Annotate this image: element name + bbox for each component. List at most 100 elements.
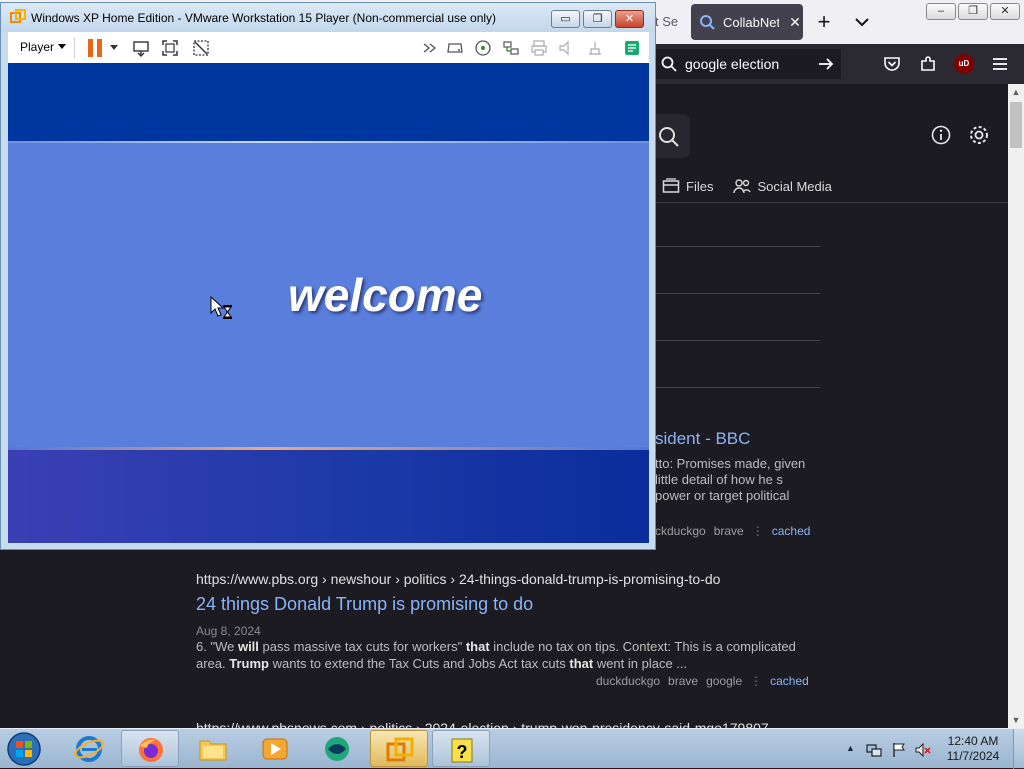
hard-disk-icon[interactable] bbox=[446, 39, 464, 57]
result-title[interactable]: sident - BBC bbox=[655, 429, 750, 449]
xp-welcome-top-band bbox=[8, 63, 649, 141]
result-source[interactable]: duckduckgo bbox=[596, 674, 660, 688]
ublock-icon[interactable]: uD bbox=[954, 54, 974, 74]
snippet-text: 6. "We bbox=[196, 639, 238, 654]
result-source[interactable]: brave bbox=[714, 524, 744, 538]
gear-icon[interactable] bbox=[968, 124, 990, 146]
result-meta: duckduckgo brave google ⋮ cached bbox=[596, 674, 809, 688]
scrollbar-thumb[interactable] bbox=[1010, 102, 1022, 148]
vmware-player-icon bbox=[386, 737, 414, 762]
snippet-keyword: Trump bbox=[229, 656, 269, 671]
search-icon bbox=[661, 56, 677, 72]
network-adapter-icon[interactable] bbox=[502, 39, 520, 57]
action-center-flag-icon[interactable] bbox=[891, 742, 907, 758]
taskbar-firefox[interactable] bbox=[121, 730, 179, 767]
search-icon bbox=[659, 127, 679, 147]
folder-icon bbox=[199, 740, 227, 761]
vm-title-bar[interactable]: Windows XP Home Edition - VMware Worksta… bbox=[1, 3, 655, 32]
extensions-icon[interactable] bbox=[918, 54, 938, 74]
system-clock[interactable]: 12:40 AM 11/7/2024 bbox=[940, 734, 1006, 764]
more-options-icon[interactable]: ⋮ bbox=[750, 674, 762, 688]
social-media-icon bbox=[733, 179, 752, 194]
cached-link[interactable]: cached bbox=[772, 524, 811, 538]
vm-toolbar: Player bbox=[8, 32, 649, 63]
network-tray-icon[interactable] bbox=[866, 742, 882, 758]
more-devices-icon[interactable] bbox=[421, 39, 439, 57]
filter-files-label: Files bbox=[686, 178, 714, 194]
power-dropdown-icon[interactable] bbox=[110, 45, 118, 51]
browser-maximize-button[interactable]: ❐ bbox=[958, 3, 988, 20]
list-tabs-icon[interactable] bbox=[850, 10, 874, 34]
go-arrow-icon[interactable] bbox=[817, 55, 835, 73]
taskbar-windows-explorer[interactable] bbox=[184, 730, 242, 767]
show-desktop-button[interactable] bbox=[1013, 729, 1024, 769]
sound-card-icon[interactable] bbox=[557, 39, 575, 57]
toolbar-separator bbox=[74, 38, 75, 58]
browser-minimize-button[interactable]: – bbox=[926, 3, 956, 20]
result-meta: ckduckgo brave ⋮ cached bbox=[655, 524, 810, 538]
tab-collabnet[interactable]: CollabNet ✕ bbox=[691, 4, 803, 40]
clock-time: 12:40 AM bbox=[947, 734, 999, 748]
clock-date: 11/7/2024 bbox=[946, 749, 1000, 763]
player-menu[interactable]: Player bbox=[20, 40, 67, 54]
taskbar-vmware-app[interactable] bbox=[308, 730, 366, 767]
filter-social-media[interactable]: Social Media bbox=[733, 178, 832, 194]
taskbar-media-player[interactable] bbox=[246, 730, 304, 767]
vm-minimize-button[interactable]: ▭ bbox=[551, 10, 580, 28]
snippet-keyword: that bbox=[465, 639, 490, 654]
new-tab-button[interactable]: + bbox=[812, 8, 836, 36]
tab-title: CollabNet bbox=[723, 14, 779, 30]
result-url[interactable]: https://www.pbs.org › newshour › politic… bbox=[196, 571, 720, 587]
vmware-logo-icon bbox=[10, 9, 26, 23]
cd-dvd-icon[interactable] bbox=[474, 39, 492, 57]
start-button[interactable] bbox=[4, 731, 44, 767]
result-source[interactable]: ckduckgo bbox=[655, 524, 706, 538]
scroll-up-icon[interactable]: ▲ bbox=[1008, 84, 1024, 100]
page-scrollbar[interactable]: ▲ ▼ bbox=[1008, 84, 1024, 728]
internet-explorer-icon bbox=[74, 736, 104, 762]
snippet-text: wants to extend the Tax Cuts and Jobs Ac… bbox=[268, 656, 570, 671]
placeholder-divider bbox=[655, 293, 820, 294]
result-url[interactable]: https://www.pbsnews.com › politics › 202… bbox=[196, 720, 769, 728]
pause-button[interactable] bbox=[88, 39, 102, 57]
guest-screen[interactable]: welcome bbox=[8, 63, 649, 543]
more-options-icon[interactable]: ⋮ bbox=[752, 524, 764, 538]
filter-files[interactable]: Files bbox=[662, 178, 713, 194]
result-title[interactable]: 24 things Donald Trump is promising to d… bbox=[196, 594, 533, 615]
taskbar-internet-explorer[interactable] bbox=[60, 730, 118, 767]
vm-close-button[interactable]: ✕ bbox=[615, 10, 644, 28]
globe-app-icon bbox=[325, 737, 349, 761]
vm-window-title: Windows XP Home Edition - VMware Worksta… bbox=[31, 11, 497, 25]
dropdown-arrow-icon bbox=[58, 44, 67, 49]
printer-icon[interactable] bbox=[530, 39, 548, 57]
usb-device-icon[interactable] bbox=[586, 39, 604, 57]
browser-close-button[interactable]: ✕ bbox=[990, 3, 1020, 20]
fullscreen-icon[interactable] bbox=[161, 39, 179, 57]
help-icon: ? bbox=[451, 738, 473, 763]
vm-restore-button[interactable]: ❐ bbox=[583, 10, 612, 28]
svg-text:?: ? bbox=[457, 742, 468, 762]
send-ctrl-alt-del-icon[interactable] bbox=[132, 39, 150, 57]
taskbar-vmware-player[interactable] bbox=[370, 730, 428, 767]
show-hidden-icons-icon[interactable]: ▲ bbox=[846, 743, 855, 753]
volume-muted-icon[interactable] bbox=[915, 742, 931, 758]
scroll-down-icon[interactable]: ▼ bbox=[1008, 712, 1024, 728]
tab-search[interactable]: t Se bbox=[655, 4, 687, 40]
result-source[interactable]: brave bbox=[668, 674, 698, 688]
result-source[interactable]: google bbox=[706, 674, 742, 688]
tab-close-icon[interactable]: ✕ bbox=[787, 14, 803, 30]
vmware-player-window: Windows XP Home Edition - VMware Worksta… bbox=[0, 2, 656, 550]
cached-link[interactable]: cached bbox=[770, 674, 809, 688]
pocket-icon[interactable] bbox=[882, 54, 902, 74]
result-date: Aug 8, 2024 bbox=[196, 624, 261, 638]
menu-icon[interactable] bbox=[990, 54, 1010, 74]
url-bar[interactable]: google election bbox=[655, 49, 841, 79]
files-icon bbox=[662, 178, 680, 193]
taskbar-help-app[interactable]: ? bbox=[432, 730, 490, 767]
info-icon[interactable] bbox=[931, 125, 951, 145]
message-log-icon[interactable] bbox=[623, 39, 641, 57]
player-menu-label: Player bbox=[20, 40, 55, 54]
xp-welcome-bottom-band bbox=[8, 450, 649, 543]
unity-icon[interactable] bbox=[192, 39, 210, 57]
search-filters: Files Social Media bbox=[662, 178, 832, 194]
